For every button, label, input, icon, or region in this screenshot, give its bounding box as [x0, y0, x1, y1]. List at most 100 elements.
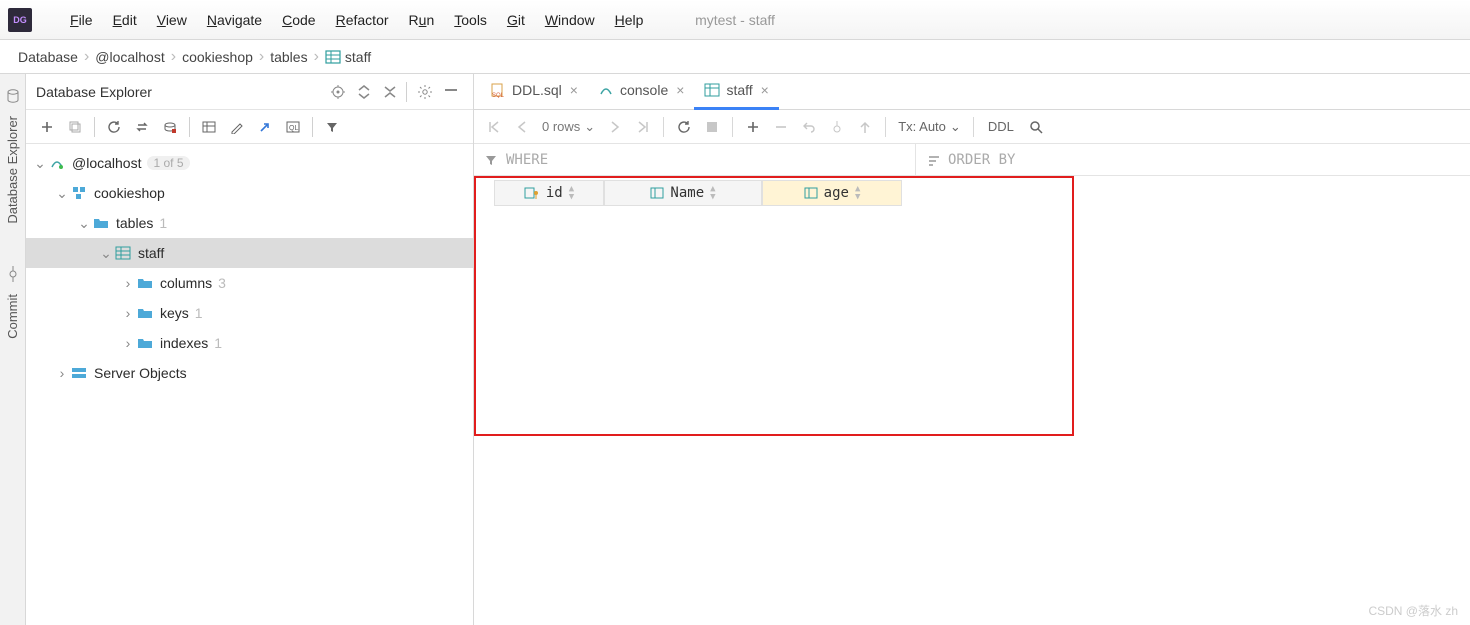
- search-button[interactable]: [1024, 115, 1048, 139]
- hide-panel-icon[interactable]: [439, 80, 463, 104]
- where-filter-input[interactable]: WHERE: [474, 144, 916, 175]
- orderby-filter-input[interactable]: ORDER BY: [916, 144, 1025, 175]
- chevron-right-icon: ›: [84, 48, 89, 66]
- first-page-button[interactable]: [482, 115, 506, 139]
- menu-file[interactable]: File: [60, 8, 103, 32]
- crumb-database[interactable]: Database: [18, 49, 78, 65]
- column-header-age[interactable]: age ▲▼: [762, 180, 902, 206]
- key-column-icon: [524, 186, 540, 200]
- table-icon: [325, 49, 341, 65]
- chevron-right-icon[interactable]: ›: [54, 365, 70, 381]
- close-icon[interactable]: ×: [761, 82, 769, 98]
- chevron-down-icon: ⌄: [950, 119, 961, 135]
- crumb-staff[interactable]: staff: [325, 49, 371, 65]
- remove-row-button[interactable]: [769, 115, 793, 139]
- editor-tabs: SQL DDL.sql × console × staff ×: [474, 74, 1470, 110]
- chevron-right-icon: ›: [314, 48, 319, 66]
- menu-tools[interactable]: Tools: [444, 8, 497, 32]
- commit-icon[interactable]: [5, 266, 21, 282]
- menu-window[interactable]: Window: [535, 8, 605, 32]
- data-grid[interactable]: id ▲▼ Name ▲▼ age ▲▼: [474, 176, 1470, 625]
- sort-icon: ▲▼: [855, 185, 860, 201]
- chevron-down-icon[interactable]: ⌄: [76, 215, 92, 232]
- duplicate-button[interactable]: [62, 114, 88, 140]
- edit-button[interactable]: [224, 114, 250, 140]
- refresh-button[interactable]: [101, 114, 127, 140]
- tree-indexes[interactable]: › indexes 1: [26, 328, 473, 358]
- target-icon[interactable]: [326, 80, 350, 104]
- add-button[interactable]: [34, 114, 60, 140]
- menu-run[interactable]: Run: [399, 8, 445, 32]
- chevron-down-icon: ⌄: [584, 119, 595, 135]
- tab-console[interactable]: console ×: [588, 74, 694, 110]
- chevron-down-icon[interactable]: ⌄: [98, 245, 114, 262]
- tx-mode[interactable]: Tx: Auto ⌄: [894, 119, 965, 135]
- menu-refactor[interactable]: Refactor: [326, 8, 399, 32]
- menu-code[interactable]: Code: [272, 8, 325, 32]
- filter-icon: [484, 153, 498, 167]
- tree-schema[interactable]: ⌄ cookieshop: [26, 178, 473, 208]
- next-page-button[interactable]: [603, 115, 627, 139]
- data-toolbar: 0 rows ⌄ Tx: Auto ⌄ DDL: [474, 110, 1470, 144]
- menu-bar: DG File Edit View Navigate Code Refactor…: [0, 0, 1470, 40]
- highlight-box: [474, 176, 1074, 436]
- close-icon[interactable]: ×: [570, 82, 578, 98]
- tab-staff[interactable]: staff ×: [694, 74, 778, 110]
- column-header-id[interactable]: id ▲▼: [494, 180, 604, 206]
- host-count-badge: 1 of 5: [147, 156, 189, 170]
- revert-button[interactable]: [797, 115, 821, 139]
- jump-button[interactable]: [252, 114, 278, 140]
- expand-all-icon[interactable]: [352, 80, 376, 104]
- menu-navigate[interactable]: Navigate: [197, 8, 272, 32]
- tree-table-staff[interactable]: ⌄ staff: [26, 238, 473, 268]
- breadcrumb-bar: Database › @localhost › cookieshop › tab…: [0, 40, 1470, 74]
- tree-keys[interactable]: › keys 1: [26, 298, 473, 328]
- chevron-down-icon[interactable]: ⌄: [32, 155, 48, 172]
- menu-view[interactable]: View: [147, 8, 197, 32]
- prev-page-button[interactable]: [510, 115, 534, 139]
- commit-tool[interactable]: Commit: [5, 294, 20, 339]
- table-icon: [114, 244, 132, 262]
- rows-count[interactable]: 0 rows ⌄: [538, 119, 599, 135]
- svg-text:SQL: SQL: [492, 93, 505, 98]
- db-explorer-tool[interactable]: Database Explorer: [5, 116, 20, 224]
- folder-icon: [136, 334, 154, 352]
- commit-button[interactable]: [825, 115, 849, 139]
- last-page-button[interactable]: [631, 115, 655, 139]
- database-icon[interactable]: [5, 88, 21, 104]
- reload-button[interactable]: [672, 115, 696, 139]
- tree-host[interactable]: ⌄ @localhost 1 of 5: [26, 148, 473, 178]
- chevron-right-icon[interactable]: ›: [120, 305, 136, 321]
- menu-edit[interactable]: Edit: [103, 8, 147, 32]
- close-icon[interactable]: ×: [676, 82, 684, 98]
- table-view-button[interactable]: [196, 114, 222, 140]
- column-header-name[interactable]: Name ▲▼: [604, 180, 762, 206]
- tab-ddl-sql[interactable]: SQL DDL.sql ×: [480, 74, 588, 110]
- tree-columns[interactable]: › columns 3: [26, 268, 473, 298]
- app-icon: DG: [8, 8, 32, 32]
- query-console-button[interactable]: QL: [280, 114, 306, 140]
- stop-button[interactable]: [157, 114, 183, 140]
- chevron-right-icon[interactable]: ›: [120, 275, 136, 291]
- crumb-schema[interactable]: cookieshop: [182, 49, 253, 65]
- crumb-host[interactable]: @localhost: [95, 49, 164, 65]
- svg-text:QL: QL: [289, 125, 298, 132]
- sync-button[interactable]: [129, 114, 155, 140]
- database-tree[interactable]: ⌄ @localhost 1 of 5 ⌄ cookieshop ⌄ table…: [26, 144, 473, 625]
- filter-button[interactable]: [319, 114, 345, 140]
- menu-help[interactable]: Help: [605, 8, 654, 32]
- ddl-button[interactable]: DDL: [982, 119, 1020, 134]
- datasource-icon: [48, 154, 66, 172]
- collapse-all-icon[interactable]: [378, 80, 402, 104]
- tree-tables[interactable]: ⌄ tables 1: [26, 208, 473, 238]
- crumb-tables[interactable]: tables: [270, 49, 307, 65]
- chevron-down-icon[interactable]: ⌄: [54, 185, 70, 202]
- sql-file-icon: SQL: [490, 82, 506, 98]
- menu-git[interactable]: Git: [497, 8, 535, 32]
- gear-icon[interactable]: [413, 80, 437, 104]
- submit-button[interactable]: [853, 115, 877, 139]
- tree-server-objects[interactable]: › Server Objects: [26, 358, 473, 388]
- stop-query-button[interactable]: [700, 115, 724, 139]
- add-row-button[interactable]: [741, 115, 765, 139]
- chevron-right-icon[interactable]: ›: [120, 335, 136, 351]
